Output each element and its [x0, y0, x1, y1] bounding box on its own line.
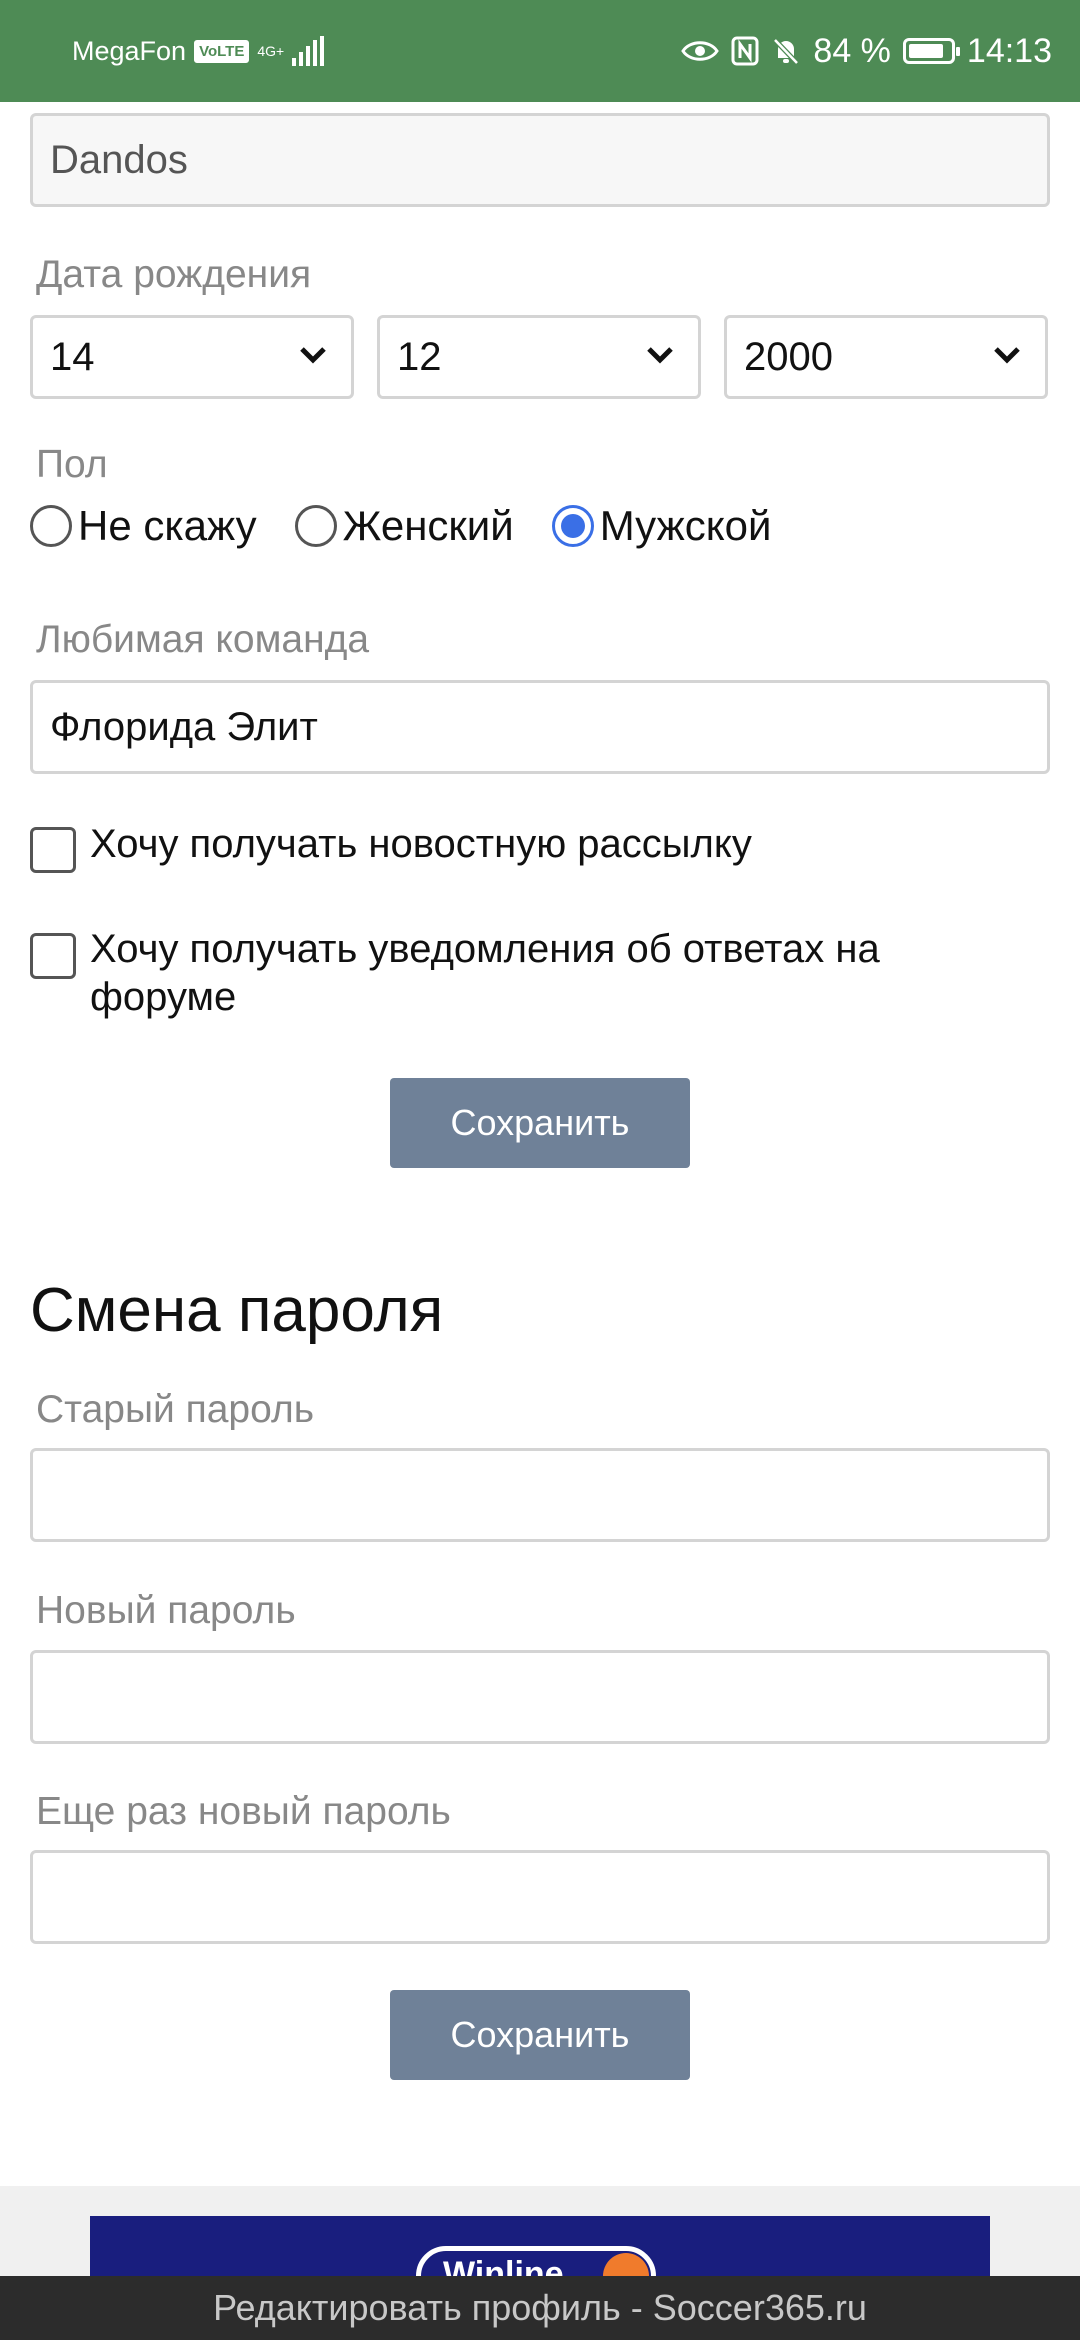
- page-title-bar: Редактировать профиль - Soccer365.ru: [0, 2276, 1080, 2340]
- forum-notifications-checkbox[interactable]: [30, 933, 76, 979]
- forum-notifications-label-line2: форуме: [90, 975, 237, 1019]
- new-password-label: Новый пароль: [36, 1589, 296, 1632]
- carrier-name: MegaFon: [72, 35, 187, 66]
- birth-day-select[interactable]: 14: [30, 315, 354, 399]
- birth-year-value: 2000: [744, 334, 833, 379]
- favorite-team-label: Любимая команда: [36, 618, 370, 661]
- gender-option-label: Женский: [342, 502, 514, 549]
- gender-option-label: Не скажу: [78, 502, 257, 549]
- password-section-title: Смена пароля: [30, 1276, 444, 1345]
- network-type: 4G+: [257, 43, 285, 59]
- battery-level: [908, 44, 943, 58]
- newsletter-label: Хочу получать новостную рассылку: [90, 822, 752, 866]
- battery-percent: 84 %: [813, 31, 891, 70]
- ad-banner[interactable]: Winline: [90, 2216, 990, 2280]
- save-profile-button[interactable]: Сохранить: [390, 1078, 690, 1168]
- chevron-down-icon: [647, 347, 673, 364]
- clock: 14:13: [966, 31, 1052, 70]
- chevron-down-icon: [994, 347, 1020, 364]
- signal-icon: [292, 36, 325, 66]
- forum-notifications-label: Хочу получать уведомления об ответах на …: [90, 925, 990, 1021]
- gender-radio-undisclosed[interactable]: [30, 505, 72, 547]
- birth-year-select[interactable]: 2000: [724, 315, 1048, 399]
- gender-radio-male[interactable]: [551, 505, 594, 547]
- newsletter-checkbox[interactable]: [30, 827, 76, 873]
- forum-notifications-label-line1: Хочу получать уведомления об ответах на: [90, 927, 880, 971]
- nfc-icon: [731, 36, 759, 66]
- gender-option-label: Мужской: [599, 502, 772, 549]
- volte-icon: VoLTE: [194, 39, 250, 63]
- old-password-field[interactable]: [30, 1448, 1050, 1542]
- birth-date-label: Дата рождения: [36, 253, 312, 296]
- status-bar-right: 84 % 14:13: [681, 0, 1052, 102]
- birth-day-value: 14: [50, 334, 95, 379]
- gender-label: Пол: [36, 443, 108, 486]
- repeat-password-label: Еще раз новый пароль: [36, 1790, 451, 1833]
- new-password-field[interactable]: [30, 1650, 1050, 1744]
- battery-icon: [902, 38, 960, 64]
- gender-radio-group: Не скажу Женский Мужской: [30, 502, 771, 550]
- birth-month-select[interactable]: 12: [377, 315, 701, 399]
- winline-logo: Winline: [416, 2246, 656, 2280]
- eye-icon: [681, 41, 720, 61]
- name-field[interactable]: Dandos: [30, 113, 1050, 207]
- status-bar: MegaFon VoLTE 4G+ 84 % 14:13: [0, 0, 1080, 102]
- favorite-team-field[interactable]: Флорида Элит: [30, 680, 1050, 774]
- birth-month-value: 12: [397, 334, 442, 379]
- status-bar-left: MegaFon VoLTE 4G+: [72, 0, 325, 102]
- bell-off-icon: [773, 38, 800, 65]
- gender-radio-female[interactable]: [294, 505, 337, 547]
- old-password-label: Старый пароль: [36, 1388, 315, 1431]
- save-password-button[interactable]: Сохранить: [390, 1990, 690, 2080]
- page-title: Редактировать профиль - Soccer365.ru: [213, 2287, 867, 2328]
- chevron-down-icon: [300, 347, 326, 364]
- repeat-password-field[interactable]: [30, 1850, 1050, 1944]
